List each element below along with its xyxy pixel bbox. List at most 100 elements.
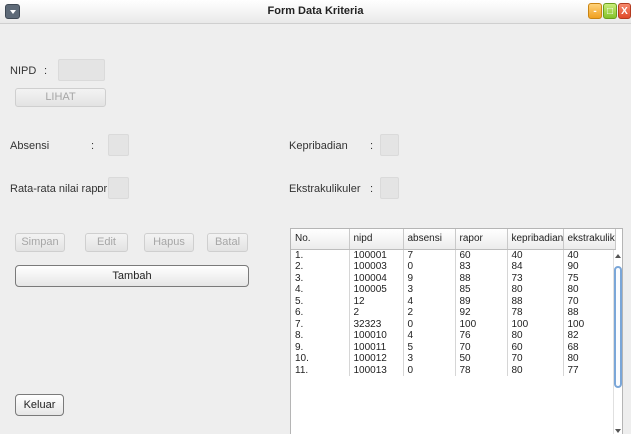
table-cell: 75 <box>563 272 616 284</box>
table-cell: 89 <box>455 295 508 307</box>
table-cell: 7. <box>291 318 350 330</box>
table-cell: 10. <box>291 353 350 365</box>
table-body: 1. 100001 7 60 40 40 2. 100003 0 83 84 90 3. 100004 9 8… <box>291 249 616 376</box>
title-bar: Form Data Kriteria - □ X <box>0 0 631 24</box>
edit-button[interactable]: Edit <box>85 233 128 252</box>
table-cell: 50 <box>455 353 508 365</box>
table-cell: 70 <box>563 295 616 307</box>
table-cell: 4 <box>403 330 456 342</box>
table-cell: 100012 <box>349 353 404 365</box>
table-cell: 100 <box>507 318 564 330</box>
form-panel: NIPD : LIHAT Absensi : Rata-rata nilai r… <box>0 24 631 438</box>
table-cell: 2. <box>291 261 350 273</box>
keluar-button[interactable]: Keluar <box>15 394 64 416</box>
table-cell: 100013 <box>349 364 404 376</box>
lihat-button[interactable]: LIHAT <box>15 88 106 107</box>
minimize-button[interactable]: - <box>588 3 602 19</box>
rapor-label: Rata-rata nilai rapor <box>10 183 108 195</box>
tambah-button[interactable]: Tambah <box>15 265 249 287</box>
table-cell: 4 <box>403 295 456 307</box>
window-bottom-border <box>0 434 631 441</box>
table-cell: 92 <box>455 307 508 319</box>
table-header: No. nipd absensi rapor kepribadian ekstrakuli… <box>291 229 616 250</box>
column-header[interactable]: nipd <box>349 229 404 250</box>
table-cell: 100003 <box>349 261 404 273</box>
table-cell: 100 <box>563 318 616 330</box>
table-cell: 3 <box>403 284 456 296</box>
table-cell: 88 <box>563 307 616 319</box>
table-cell: 76 <box>455 330 508 342</box>
simpan-button[interactable]: Simpan <box>15 233 65 252</box>
absensi-input[interactable] <box>108 134 129 156</box>
table-cell: 100005 <box>349 284 404 296</box>
table-cell: 3. <box>291 272 350 284</box>
table-row[interactable]: 6. 2 2 92 78 88 <box>291 307 616 319</box>
table-row[interactable]: 4. 100005 3 85 80 80 <box>291 284 616 296</box>
maximize-button[interactable]: □ <box>603 3 617 19</box>
kriteria-table[interactable]: No. nipd absensi rapor kepribadian ekstrakuli… <box>290 228 623 438</box>
table-cell: 70 <box>455 341 508 353</box>
ekstrakulikuler-input[interactable] <box>380 177 399 199</box>
table-cell: 1. <box>291 249 350 261</box>
close-button[interactable]: X <box>618 3 631 19</box>
column-header[interactable]: rapor <box>455 229 508 250</box>
table-row[interactable]: 3. 100004 9 88 73 75 <box>291 272 616 284</box>
scroll-up-icon[interactable] <box>615 254 621 258</box>
table-cell: 4. <box>291 284 350 296</box>
table-cell: 78 <box>507 307 564 319</box>
table-cell: 6. <box>291 307 350 319</box>
table-cell: 90 <box>563 261 616 273</box>
table-cell: 70 <box>507 353 564 365</box>
scroll-thumb[interactable] <box>614 266 622 388</box>
table-cell: 11. <box>291 364 350 376</box>
table-cell: 40 <box>507 249 564 261</box>
table-cell: 5 <box>403 341 456 353</box>
table-cell: 40 <box>563 249 616 261</box>
kepribadian-colon: : <box>370 140 374 152</box>
absensi-label: Absensi <box>10 140 50 152</box>
table-cell: 60 <box>455 249 508 261</box>
table-cell: 12 <box>349 295 404 307</box>
column-header[interactable]: kepribadian <box>507 229 564 250</box>
ekstrakulikuler-colon: : <box>370 183 374 195</box>
nipd-colon: : <box>44 65 48 77</box>
hapus-button[interactable]: Hapus <box>144 233 194 252</box>
table-cell: 60 <box>507 341 564 353</box>
nipd-input[interactable] <box>58 59 105 81</box>
rapor-input[interactable] <box>108 177 129 199</box>
table-cell: 32323 <box>349 318 404 330</box>
scroll-down-icon[interactable] <box>615 429 621 433</box>
ekstrakulikuler-label: Ekstrakulikuler <box>289 183 361 195</box>
table-cell: 80 <box>507 364 564 376</box>
table-cell: 68 <box>563 341 616 353</box>
absensi-colon: : <box>91 140 95 152</box>
table-cell: 80 <box>563 353 616 365</box>
table-row[interactable]: 10. 100012 3 50 70 80 <box>291 353 616 365</box>
table-row[interactable]: 8. 100010 4 76 80 82 <box>291 330 616 342</box>
table-cell: 8. <box>291 330 350 342</box>
column-header[interactable]: absensi <box>403 229 456 250</box>
table-row[interactable]: 5. 12 4 89 88 70 <box>291 295 616 307</box>
column-header[interactable]: ekstrakulik... <box>563 229 616 250</box>
table-cell: 80 <box>507 330 564 342</box>
table-cell: 9 <box>403 272 456 284</box>
window-title: Form Data Kriteria <box>267 5 364 17</box>
table-row[interactable]: 7. 32323 0 100 100 100 <box>291 318 616 330</box>
table-cell: 80 <box>563 284 616 296</box>
vertical-scrollbar[interactable] <box>613 250 622 437</box>
table-cell: 100010 <box>349 330 404 342</box>
batal-button[interactable]: Batal <box>207 233 248 252</box>
column-header[interactable]: No. <box>291 229 350 250</box>
kepribadian-input[interactable] <box>380 134 399 156</box>
table-row[interactable]: 9. 100011 5 70 60 68 <box>291 341 616 353</box>
table-row[interactable]: 11. 100013 0 78 80 77 <box>291 364 616 376</box>
table-cell: 80 <box>507 284 564 296</box>
table-row[interactable]: 2. 100003 0 83 84 90 <box>291 261 616 273</box>
table-cell: 82 <box>563 330 616 342</box>
table-row[interactable]: 1. 100001 7 60 40 40 <box>291 249 616 261</box>
nipd-label: NIPD <box>10 65 37 77</box>
table-cell: 0 <box>403 261 456 273</box>
table-cell: 0 <box>403 318 456 330</box>
table-cell: 100004 <box>349 272 404 284</box>
table-cell: 9. <box>291 341 350 353</box>
